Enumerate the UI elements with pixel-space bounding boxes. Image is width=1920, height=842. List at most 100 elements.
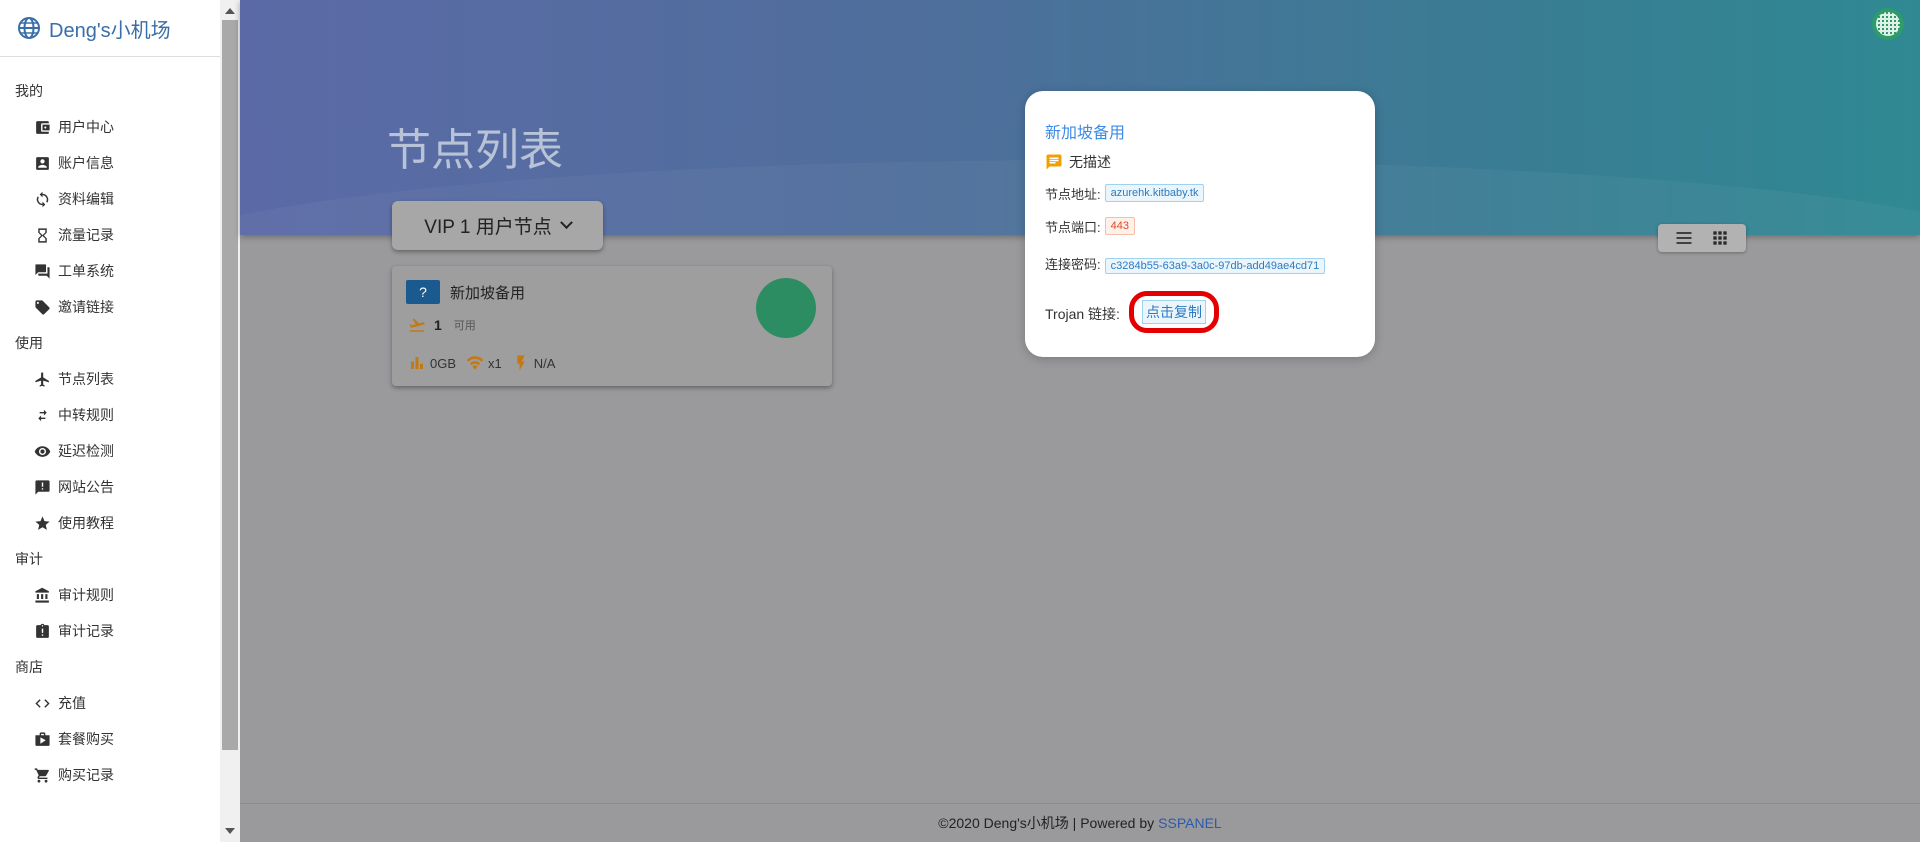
account-box-icon bbox=[33, 154, 51, 172]
sidebar-item[interactable]: 网站公告 bbox=[0, 469, 220, 505]
footer-link[interactable]: SSPANEL bbox=[1158, 815, 1222, 831]
sidebar-item-label: 购买记录 bbox=[58, 767, 114, 783]
copy-button-label: 点击复制 bbox=[1142, 300, 1206, 324]
star-icon bbox=[33, 514, 51, 532]
node-card[interactable]: ? 新加坡备用 1 可用 0GB x1 N/A bbox=[392, 266, 832, 386]
port-row: 节点端口: 443 bbox=[1045, 217, 1135, 236]
footer: ©2020 Deng's小机场 | Powered by SSPANEL bbox=[240, 803, 1920, 842]
wallet-icon bbox=[33, 118, 51, 136]
scroll-down-arrow[interactable] bbox=[225, 828, 235, 834]
chevron-down-icon bbox=[559, 216, 573, 230]
bank-icon bbox=[33, 586, 51, 604]
sidebar-item-label: 账户信息 bbox=[58, 155, 114, 171]
node-status-row: 1 可用 bbox=[408, 316, 476, 334]
node-group-dropdown[interactable]: VIP 1 用户节点 bbox=[392, 201, 603, 250]
flash-icon bbox=[517, 355, 525, 371]
node-stats-row: 0GB x1 N/A bbox=[408, 354, 565, 372]
sidebar-item-label: 资料编辑 bbox=[58, 191, 114, 207]
node-group-label: VIP 1 用户节点 bbox=[424, 217, 552, 238]
sidebar-item-label: 延迟检测 bbox=[58, 443, 114, 459]
page-title: 节点列表 bbox=[387, 126, 563, 175]
sidebar-section-title: 商店 bbox=[15, 659, 43, 675]
sidebar-nav: 我的用户中心账户信息资料编辑流量记录工单系统邀请链接使用节点列表中转规则延迟检测… bbox=[0, 57, 220, 793]
sidebar-item-label: 套餐购买 bbox=[58, 731, 114, 747]
airplane-icon bbox=[33, 370, 51, 388]
node-detail-popup: 新加坡备用 无描述 节点地址: azurehk.kitbaby.tk 节点端口:… bbox=[1025, 91, 1375, 357]
sync-icon bbox=[33, 190, 51, 208]
hourglass-icon bbox=[33, 226, 51, 244]
sidebar-item[interactable]: 账户信息 bbox=[0, 145, 220, 181]
scroll-up-arrow[interactable] bbox=[225, 8, 235, 14]
transfer-icon bbox=[33, 406, 51, 424]
sidebar-item[interactable]: 流量记录 bbox=[0, 217, 220, 253]
node-status: 可用 bbox=[453, 320, 476, 332]
tag-icon bbox=[33, 298, 51, 316]
node-online-count: 1 bbox=[434, 317, 442, 333]
sidebar-item[interactable]: 套餐购买 bbox=[0, 721, 220, 757]
sidebar-item-label: 网站公告 bbox=[58, 479, 114, 495]
sidebar-item[interactable]: 充值 bbox=[0, 685, 220, 721]
sidebar-item[interactable]: 节点列表 bbox=[0, 361, 220, 397]
sidebar: Deng's小机场 我的用户中心账户信息资料编辑流量记录工单系统邀请链接使用节点… bbox=[0, 0, 220, 842]
node-speed: N/A bbox=[533, 355, 556, 371]
copy-trojan-link-button[interactable]: 点击复制 bbox=[1129, 291, 1219, 333]
footer-text: ©2020 Deng's小机场 | Powered by bbox=[938, 815, 1155, 831]
sidebar-item[interactable]: 使用教程 bbox=[0, 505, 220, 541]
announcement-icon bbox=[33, 478, 51, 496]
sidebar-item-label: 流量记录 bbox=[58, 227, 114, 243]
brand-name: Deng's小机场 bbox=[49, 19, 171, 42]
port-value: 443 bbox=[1104, 217, 1135, 235]
popup-title: 新加坡备用 bbox=[1045, 125, 1126, 142]
forum-icon bbox=[33, 262, 51, 280]
sidebar-item[interactable]: 资料编辑 bbox=[0, 181, 220, 217]
comment-icon bbox=[1046, 154, 1062, 170]
node-name: 新加坡备用 bbox=[450, 285, 526, 302]
trojan-label: Trojan 链接: bbox=[1045, 306, 1120, 322]
sidebar-item[interactable]: 用户中心 bbox=[0, 109, 220, 145]
avatar[interactable] bbox=[1872, 8, 1904, 40]
bar-chart-icon bbox=[411, 357, 423, 369]
scroll-thumb[interactable] bbox=[222, 20, 238, 750]
sidebar-item-label: 使用教程 bbox=[58, 515, 114, 531]
port-label: 节点端口: bbox=[1045, 220, 1101, 235]
eye-icon bbox=[33, 442, 51, 460]
grid-view-icon[interactable] bbox=[1710, 228, 1730, 248]
code-icon bbox=[33, 694, 51, 712]
sidebar-item-label: 工单系统 bbox=[58, 263, 114, 279]
sidebar-section-title: 使用 bbox=[15, 335, 43, 351]
cloud-icon[interactable] bbox=[756, 278, 816, 338]
assignment-icon bbox=[33, 622, 51, 640]
sidebar-item-label: 中转规则 bbox=[58, 407, 114, 423]
list-view-icon[interactable] bbox=[1674, 228, 1694, 248]
sidebar-item-label: 节点列表 bbox=[58, 371, 114, 387]
scrollbar[interactable] bbox=[220, 0, 240, 842]
sidebar-item[interactable]: 购买记录 bbox=[0, 757, 220, 793]
flight-takeoff-icon bbox=[409, 318, 425, 332]
address-value: azurehk.kitbaby.tk bbox=[1104, 184, 1205, 202]
address-label: 节点地址: bbox=[1045, 187, 1101, 202]
password-label: 连接密码: bbox=[1045, 257, 1101, 272]
sidebar-item[interactable]: 审计记录 bbox=[0, 613, 220, 649]
brand[interactable]: Deng's小机场 bbox=[0, 0, 220, 57]
popup-description: 无描述 bbox=[1045, 152, 1111, 172]
globe-icon bbox=[18, 17, 40, 39]
sidebar-item-label: 用户中心 bbox=[58, 119, 114, 135]
sidebar-section-title: 我的 bbox=[15, 83, 43, 99]
shop-icon bbox=[33, 730, 51, 748]
main-content: 节点列表 VIP 1 用户节点 ? 新加坡备用 1 可用 0GB x1 N/A … bbox=[240, 0, 1920, 842]
sidebar-item[interactable]: 中转规则 bbox=[0, 397, 220, 433]
view-toggle bbox=[1658, 224, 1746, 252]
sidebar-item-label: 邀请链接 bbox=[58, 299, 114, 315]
sidebar-item-label: 审计规则 bbox=[58, 587, 114, 603]
sidebar-item[interactable]: 延迟检测 bbox=[0, 433, 220, 469]
sidebar-item-label: 充值 bbox=[58, 695, 86, 711]
sidebar-item-label: 审计记录 bbox=[58, 623, 114, 639]
password-row: 连接密码: c3284b55-63a9-3a0c-97db-add49ae4cd7… bbox=[1045, 254, 1345, 275]
node-traffic: 0GB bbox=[430, 355, 457, 371]
sidebar-item[interactable]: 工单系统 bbox=[0, 253, 220, 289]
sidebar-section-title: 审计 bbox=[15, 551, 43, 567]
node-flag: ? bbox=[406, 280, 440, 304]
node-rate: x1 bbox=[488, 355, 502, 371]
sidebar-item[interactable]: 审计规则 bbox=[0, 577, 220, 613]
sidebar-item[interactable]: 邀请链接 bbox=[0, 289, 220, 325]
